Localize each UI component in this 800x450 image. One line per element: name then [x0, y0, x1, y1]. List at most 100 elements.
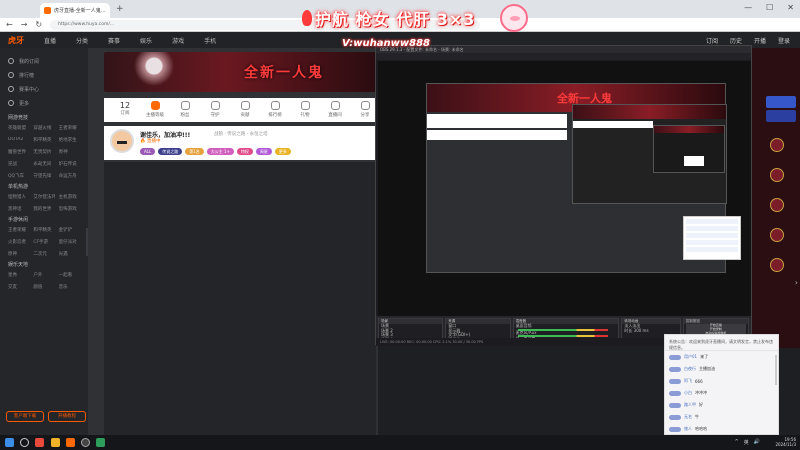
- chat-message[interactable]: 小白 冲冲冲: [665, 387, 778, 399]
- streamer-badge[interactable]: 更多: [274, 148, 291, 155]
- sidebar-category-link[interactable]: 炉石传说: [59, 161, 80, 167]
- chat-username[interactable]: 旅人: [684, 426, 692, 432]
- chat-username[interactable]: 无名: [684, 414, 692, 420]
- search-icon[interactable]: [20, 438, 29, 447]
- streamer-badge[interactable]: 特权: [236, 148, 253, 155]
- chat-username[interactable]: 用户01: [684, 354, 697, 360]
- nav-item-category[interactable]: 分类: [76, 36, 88, 45]
- activity-banner-1[interactable]: [766, 96, 796, 108]
- header-subscribe[interactable]: 订阅: [706, 36, 718, 45]
- sidebar-category-link[interactable]: 蛋仔派对: [59, 239, 80, 245]
- chat-scrollbar[interactable]: [775, 355, 777, 385]
- crown-icon[interactable]: [770, 258, 784, 272]
- room-stat-item[interactable]: 主播等级: [142, 101, 168, 118]
- room-stat-item[interactable]: 粉丝: [172, 101, 198, 118]
- chat-message[interactable]: 无名牛: [665, 411, 778, 423]
- header-login[interactable]: 登录: [778, 36, 790, 45]
- sidebar-category-link[interactable]: 一起看: [59, 272, 80, 278]
- sidebar-category-link[interactable]: 英雄联盟: [8, 125, 29, 131]
- sidebar-category-link[interactable]: 交友: [8, 284, 29, 290]
- room-stat-item[interactable]: 排行榜: [262, 101, 288, 118]
- chat-message[interactable]: 用户01 来了: [665, 351, 778, 363]
- chevron-right-icon[interactable]: ›: [795, 278, 798, 287]
- gift-icon[interactable]: [770, 138, 784, 152]
- sidebar-category-link[interactable]: 王者荣耀: [8, 227, 29, 233]
- room-stat-item[interactable]: 贡献: [232, 101, 258, 118]
- activity-banner-2[interactable]: [766, 110, 796, 122]
- refresh-icon[interactable]: ↻: [35, 20, 42, 29]
- sidebar-category-link[interactable]: 户外: [33, 272, 54, 278]
- chat-message[interactable]: 旅人 哈哈哈: [665, 423, 778, 435]
- ime-indicator[interactable]: 英: [744, 439, 749, 446]
- sidebar-category-link[interactable]: 魔兽世界: [8, 149, 29, 155]
- stream-tutorial-button[interactable]: 开播教程: [48, 411, 86, 422]
- room-stat-item[interactable]: 直播间: [322, 101, 348, 118]
- room-stat-item[interactable]: 礼物: [292, 101, 318, 118]
- nav-item-mobile[interactable]: 手机: [204, 36, 216, 45]
- sidebar-section-title[interactable]: 娱乐天地: [0, 257, 88, 272]
- sidebar-category-link[interactable]: 原神: [8, 251, 29, 257]
- minimize-button[interactable]: —: [744, 3, 752, 12]
- close-button[interactable]: ✕: [787, 3, 794, 12]
- sidebar-category-link[interactable]: 和平精英: [33, 137, 54, 143]
- sidebar-category-link[interactable]: 原神: [59, 149, 80, 155]
- chat-username[interactable]: 路人甲: [684, 402, 696, 408]
- streamer-badge[interactable]: 传说之路: [158, 148, 183, 155]
- medal-icon[interactable]: [770, 198, 784, 212]
- sidebar-category-link[interactable]: 火影忍者: [8, 239, 29, 245]
- sidebar-item-more[interactable]: 更多: [8, 96, 88, 110]
- sidebar-item-ranking[interactable]: 排行榜: [8, 68, 88, 82]
- sidebar-section-title[interactable]: 单机热游: [0, 179, 88, 194]
- streamer-badge[interactable]: 周星: [255, 148, 272, 155]
- treasure-icon[interactable]: [770, 168, 784, 182]
- sidebar-category-link[interactable]: 颜值: [33, 284, 54, 290]
- header-history[interactable]: 历史: [730, 36, 742, 45]
- sidebar-category-link[interactable]: DOTA2: [8, 137, 29, 143]
- nav-item-entertainment[interactable]: 娱乐: [140, 36, 152, 45]
- room-stat-item[interactable]: 12 订阅: [112, 101, 138, 116]
- clock[interactable]: 19:56 2024/11/3: [775, 437, 796, 447]
- sidebar-category-link[interactable]: 无畏契约: [33, 149, 54, 155]
- new-tab-button[interactable]: +: [116, 4, 124, 14]
- sidebar-item-events[interactable]: 赛事中心: [8, 82, 88, 96]
- app-icon-2[interactable]: [96, 438, 105, 447]
- sidebar-category-link[interactable]: 逆战: [8, 161, 29, 167]
- nav-item-events[interactable]: 赛事: [108, 36, 120, 45]
- sidebar-category-link[interactable]: 穿越火线: [33, 125, 54, 131]
- sidebar-category-link[interactable]: 恐怖游戏: [59, 206, 80, 212]
- sidebar-category-link[interactable]: 主机游戏: [59, 194, 80, 200]
- chat-username[interactable]: 阿飞: [684, 378, 692, 384]
- tray-chevron-icon[interactable]: ^: [735, 439, 739, 446]
- sidebar-item-subscriptions[interactable]: 我的订阅: [8, 54, 88, 68]
- sidebar-category-link[interactable]: 光遇: [59, 251, 80, 257]
- sidebar-category-link[interactable]: 金铲铲: [59, 227, 80, 233]
- sidebar-category-link[interactable]: 黑神话: [8, 206, 29, 212]
- sidebar-category-link[interactable]: 音乐: [59, 284, 80, 290]
- lottery-icon[interactable]: [770, 228, 784, 242]
- sidebar-category-link[interactable]: 守望先锋: [33, 173, 54, 179]
- sidebar-category-link[interactable]: 命运方舟: [59, 173, 80, 179]
- forward-icon[interactable]: →: [21, 20, 28, 29]
- streamer-badge[interactable]: 第1名: [185, 148, 204, 155]
- sidebar-category-link[interactable]: 我的世界: [33, 206, 54, 212]
- app-icon-1[interactable]: [35, 438, 44, 447]
- browser-tab[interactable]: 虎牙直播-全新一人鬼...: [40, 3, 110, 18]
- chat-message[interactable]: 路人甲好: [665, 399, 778, 411]
- sidebar-section-title[interactable]: 手游休闲: [0, 212, 88, 227]
- obs-panel-row[interactable]: 时长 300 ms: [622, 328, 679, 334]
- video-player[interactable]: [104, 162, 376, 435]
- back-icon[interactable]: ←: [6, 20, 13, 29]
- header-start-stream[interactable]: 开播: [754, 36, 766, 45]
- download-client-button[interactable]: 客户端下载: [6, 411, 44, 422]
- sidebar-category-link[interactable]: QQ飞车: [8, 173, 29, 179]
- streamer-badge[interactable]: ALL: [140, 148, 156, 155]
- room-stat-item[interactable]: 守护: [202, 101, 228, 118]
- sidebar-category-link[interactable]: 艾尔登法环: [33, 194, 54, 200]
- sidebar-category-link[interactable]: 永劫无间: [33, 161, 54, 167]
- audio-level-meter[interactable]: [517, 328, 608, 331]
- maximize-button[interactable]: ☐: [766, 3, 773, 12]
- obs-preview[interactable]: 全新一人鬼: [378, 61, 751, 316]
- sidebar-category-link[interactable]: 和平精英: [33, 227, 54, 233]
- sidebar-category-link[interactable]: 怪物猎人: [8, 194, 29, 200]
- chat-message[interactable]: 阿飞 666: [665, 375, 778, 387]
